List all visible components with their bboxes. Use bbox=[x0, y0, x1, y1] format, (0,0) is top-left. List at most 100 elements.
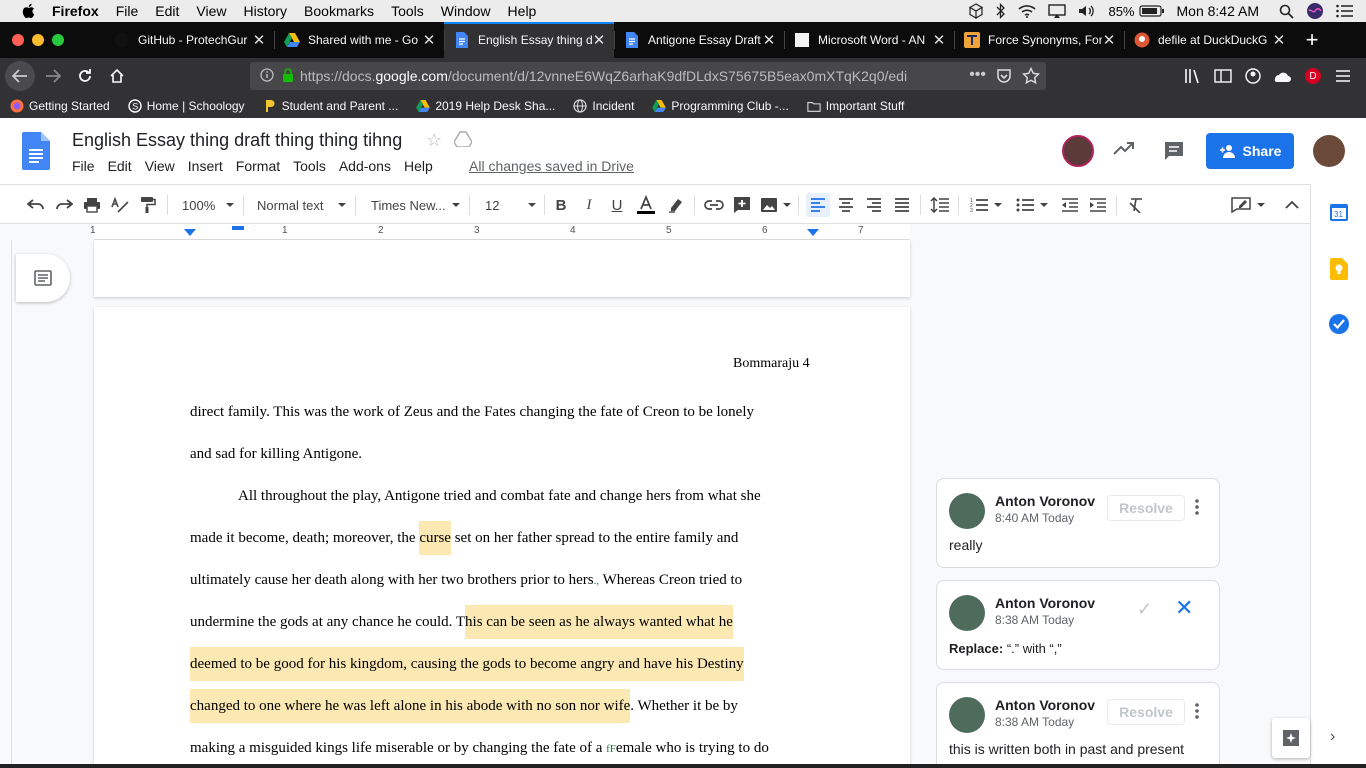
first-line-indent-marker[interactable] bbox=[232, 226, 244, 230]
editing-mode-icon[interactable] bbox=[1228, 193, 1268, 217]
font-select[interactable]: Times New... bbox=[364, 193, 462, 217]
menu-bookmarks[interactable]: Bookmarks bbox=[304, 3, 374, 19]
close-tab-icon[interactable]: ✕ bbox=[422, 31, 436, 49]
clear-formatting-icon[interactable] bbox=[1124, 193, 1148, 217]
increase-indent-icon[interactable] bbox=[1086, 193, 1110, 217]
volume-icon[interactable] bbox=[1078, 4, 1096, 18]
redo-icon[interactable] bbox=[52, 193, 76, 217]
pocket-icon[interactable] bbox=[996, 68, 1012, 87]
airplay-icon[interactable] bbox=[1048, 4, 1067, 18]
tab-force-synonyms[interactable]: Force Synonyms, For ✕ bbox=[954, 22, 1124, 58]
docs-menu-view[interactable]: View bbox=[145, 158, 175, 174]
comment-highlight[interactable]: deemed to be good for his kingdom, causi… bbox=[190, 647, 744, 681]
spotlight-icon[interactable] bbox=[1279, 4, 1294, 19]
minimize-window-button[interactable] bbox=[32, 34, 44, 46]
comment-history-icon[interactable] bbox=[1163, 140, 1185, 167]
document-page-previous[interactable] bbox=[94, 240, 910, 297]
document-line[interactable]: making a misguided kings life miserable … bbox=[190, 740, 769, 757]
document-line[interactable]: changed to one where he was left alone i… bbox=[190, 689, 738, 723]
tab-duckduckgo[interactable]: defile at DuckDuckG ✕ bbox=[1124, 22, 1294, 58]
back-button[interactable] bbox=[5, 61, 35, 91]
docs-logo-icon[interactable] bbox=[22, 132, 50, 170]
paragraph-style-select[interactable]: Normal text bbox=[250, 193, 348, 217]
reject-suggestion-icon[interactable]: ✕ bbox=[1175, 595, 1193, 621]
bookmark-important-stuff[interactable]: Important Stuff bbox=[807, 99, 904, 113]
info-icon[interactable] bbox=[260, 67, 274, 85]
close-tab-icon[interactable]: ✕ bbox=[592, 31, 606, 49]
comment-card[interactable]: Anton Voronov 8:38 AM Today Resolve this… bbox=[936, 682, 1220, 768]
add-comment-icon[interactable] bbox=[730, 193, 754, 217]
document-title[interactable]: English Essay thing draft thing thing ti… bbox=[72, 130, 402, 151]
align-center-icon[interactable] bbox=[834, 193, 858, 217]
comment-card[interactable]: Anton Voronov 8:40 AM Today Resolve real… bbox=[936, 478, 1220, 568]
line-spacing-icon[interactable] bbox=[928, 193, 952, 217]
bookmark-programming-club[interactable]: Programming Club -... bbox=[652, 99, 789, 113]
horizontal-ruler[interactable]: 1 1 2 3 4 5 6 7 bbox=[0, 224, 1310, 240]
underline-icon[interactable]: U bbox=[606, 193, 628, 217]
more-options-icon[interactable] bbox=[1195, 499, 1199, 520]
document-line[interactable]: made it become, death; moreover, the cur… bbox=[190, 521, 738, 555]
zoom-window-button[interactable] bbox=[52, 34, 64, 46]
menu-edit[interactable]: Edit bbox=[155, 3, 179, 19]
highlight-color-icon[interactable] bbox=[664, 193, 688, 217]
comment-highlight[interactable]: curse bbox=[419, 521, 451, 555]
left-indent-marker[interactable] bbox=[184, 229, 196, 236]
menu-view[interactable]: View bbox=[196, 3, 226, 19]
account-avatar[interactable] bbox=[1313, 135, 1345, 167]
move-to-folder-icon[interactable] bbox=[453, 131, 473, 152]
document-line[interactable]: and sad for killing Antigone. bbox=[190, 446, 362, 463]
docs-menu-insert[interactable]: Insert bbox=[188, 158, 223, 174]
close-tab-icon[interactable]: ✕ bbox=[932, 31, 946, 49]
chevron-right-icon[interactable]: › bbox=[1330, 728, 1335, 746]
bookmark-student-parent[interactable]: Student and Parent ... bbox=[263, 99, 398, 113]
document-line[interactable]: ultimately cause her death along with he… bbox=[190, 572, 742, 589]
docs-menu-tools[interactable]: Tools bbox=[293, 158, 326, 174]
share-button[interactable]: Share bbox=[1206, 133, 1294, 169]
activity-dashboard-icon[interactable] bbox=[1113, 140, 1135, 161]
profile-badge[interactable]: D bbox=[1298, 61, 1328, 91]
text-color-icon[interactable] bbox=[634, 193, 658, 217]
new-tab-button[interactable]: + bbox=[1294, 22, 1330, 58]
dropbox-icon[interactable] bbox=[968, 3, 984, 19]
italic-icon[interactable]: I bbox=[578, 193, 600, 217]
insert-link-icon[interactable] bbox=[702, 193, 726, 217]
align-right-icon[interactable] bbox=[862, 193, 886, 217]
tab-github[interactable]: GitHub - ProtechGur ✕ bbox=[104, 22, 274, 58]
collaborator-avatar[interactable] bbox=[1062, 135, 1094, 167]
spellcheck-icon[interactable] bbox=[108, 193, 132, 217]
battery-percent[interactable]: 85% bbox=[1108, 4, 1134, 19]
menubar-clock[interactable]: Mon 8:42 AM bbox=[1177, 3, 1260, 19]
notification-center-icon[interactable] bbox=[1336, 4, 1354, 18]
library-icon[interactable] bbox=[1178, 61, 1208, 91]
page-actions-icon[interactable]: ••• bbox=[969, 66, 986, 84]
docs-menu-format[interactable]: Format bbox=[236, 158, 280, 174]
page-header-text[interactable]: Bommaraju 4 bbox=[733, 356, 810, 372]
docs-menu-file[interactable]: File bbox=[72, 158, 95, 174]
calendar-icon[interactable]: 31 bbox=[1329, 202, 1349, 227]
bookmark-incident[interactable]: Incident bbox=[573, 99, 634, 113]
resolve-button[interactable]: Resolve bbox=[1107, 699, 1185, 725]
account-icon[interactable] bbox=[1238, 61, 1268, 91]
explore-button[interactable] bbox=[1272, 718, 1310, 758]
sidebar-icon[interactable] bbox=[1208, 61, 1238, 91]
bookmark-getting-started[interactable]: Getting Started bbox=[10, 99, 110, 113]
save-status-link[interactable]: All changes saved in Drive bbox=[469, 158, 634, 174]
document-outline-button[interactable] bbox=[16, 254, 70, 302]
keep-icon[interactable] bbox=[1330, 258, 1348, 285]
bookmark-schoology[interactable]: S Home | Schoology bbox=[128, 99, 245, 113]
align-left-icon[interactable] bbox=[806, 193, 830, 217]
lock-icon[interactable] bbox=[282, 67, 294, 85]
close-tab-icon[interactable]: ✕ bbox=[1102, 31, 1116, 49]
tab-shared-with-me[interactable]: Shared with me - Go ✕ bbox=[274, 22, 444, 58]
more-options-icon[interactable] bbox=[1195, 703, 1199, 724]
menu-help[interactable]: Help bbox=[508, 3, 537, 19]
apple-icon[interactable] bbox=[18, 3, 38, 19]
zoom-select[interactable]: 100% bbox=[176, 193, 236, 217]
document-line[interactable]: All throughout the play, Antigone tried … bbox=[238, 488, 761, 505]
document-line[interactable]: undermine the gods at any chance he coul… bbox=[190, 605, 733, 639]
wifi-icon[interactable] bbox=[1018, 4, 1037, 18]
docs-menu-edit[interactable]: Edit bbox=[108, 158, 132, 174]
suggestion-mark[interactable]: fF bbox=[606, 743, 616, 755]
bold-icon[interactable]: B bbox=[550, 193, 572, 217]
tasks-icon[interactable] bbox=[1329, 314, 1349, 339]
